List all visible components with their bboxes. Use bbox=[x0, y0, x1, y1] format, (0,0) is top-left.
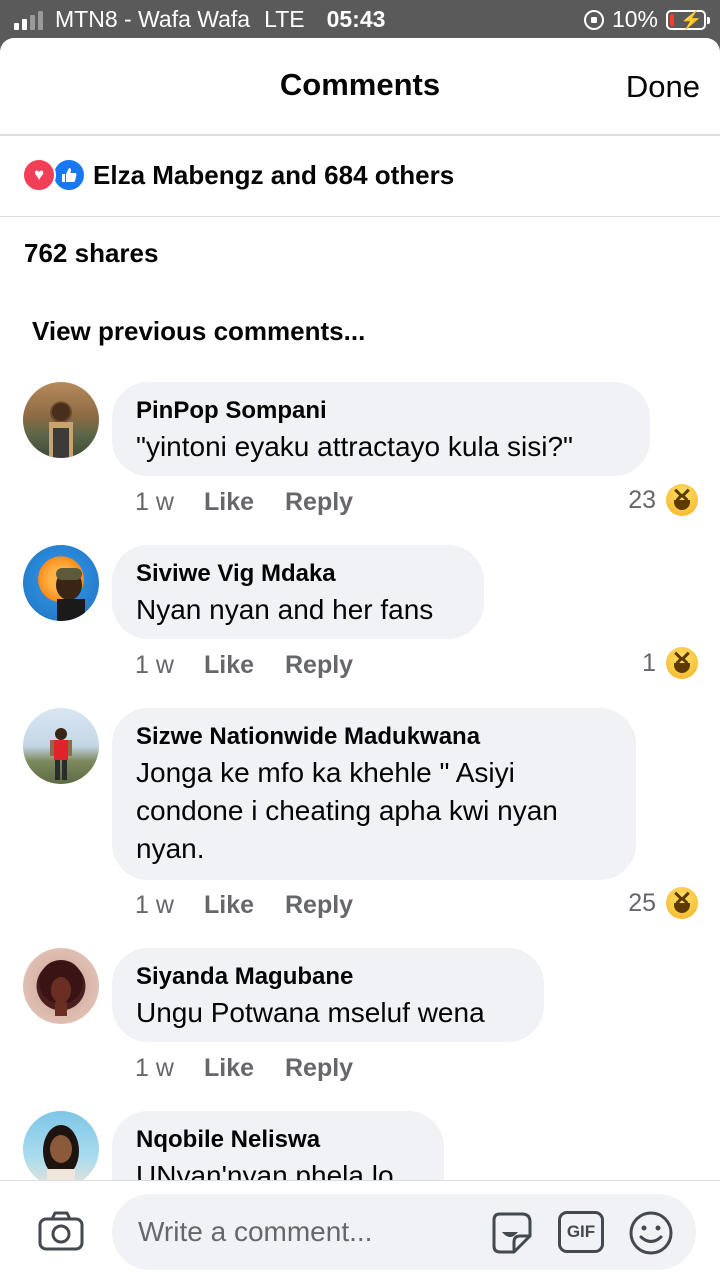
reply-button[interactable]: Reply bbox=[285, 651, 353, 680]
heart-icon: ♥ bbox=[22, 158, 56, 192]
gif-label: GIF bbox=[566, 1222, 596, 1241]
like-icon bbox=[52, 158, 86, 192]
comment-bubble: Siyanda Magubane Ungu Potwana mseluf wen… bbox=[112, 948, 544, 1042]
status-bar: MTN8 - Wafa Wafa LTE 05:43 10% ⚡ bbox=[0, 0, 720, 38]
gif-button[interactable]: GIF bbox=[558, 1211, 604, 1253]
haha-icon bbox=[666, 887, 698, 919]
comment-text: Jonga ke mfo ka khehle " Asiyi condone i… bbox=[136, 757, 558, 864]
comment-author[interactable]: PinPop Sompani bbox=[136, 396, 626, 426]
like-button[interactable]: Like bbox=[204, 651, 285, 680]
clock: 05:43 bbox=[326, 6, 386, 32]
emoji-icon[interactable] bbox=[628, 1210, 674, 1256]
comment-author[interactable]: Nqobile Neliswa bbox=[136, 1125, 420, 1155]
comment-composer: GIF bbox=[0, 1180, 720, 1280]
haha-icon bbox=[666, 484, 698, 516]
sticker-icon[interactable] bbox=[488, 1210, 534, 1256]
like-button[interactable]: Like bbox=[204, 488, 285, 517]
reaction-count: 1 bbox=[642, 648, 656, 677]
avatar[interactable] bbox=[23, 545, 99, 621]
done-button[interactable]: Done bbox=[626, 69, 700, 105]
battery-icon: ⚡ bbox=[666, 9, 710, 30]
comment-time: 1 w bbox=[135, 1054, 174, 1082]
comment-bubble: PinPop Sompani "yintoni eyaku attractayo… bbox=[112, 382, 650, 476]
reaction-count: 23 bbox=[628, 485, 656, 514]
reaction-count: 25 bbox=[628, 888, 656, 917]
reply-button[interactable]: Reply bbox=[285, 891, 353, 920]
comment-time: 1 w bbox=[135, 488, 174, 516]
avatar[interactable] bbox=[23, 708, 99, 784]
rotation-lock-icon bbox=[583, 9, 604, 30]
like-button[interactable]: Like bbox=[204, 1054, 285, 1083]
sheet-header: Comments Done bbox=[0, 38, 720, 136]
comment-input-wrapper[interactable]: GIF bbox=[112, 1194, 696, 1270]
page-title: Comments bbox=[279, 67, 441, 102]
reply-button[interactable]: Reply bbox=[285, 1054, 353, 1083]
reply-button[interactable]: Reply bbox=[285, 488, 353, 517]
avatar[interactable] bbox=[23, 382, 99, 458]
comments-sheet: Comments Done ♥ Elza Mabengz and 684 oth… bbox=[0, 38, 720, 1280]
comment-reactions[interactable]: 1 bbox=[642, 647, 698, 679]
comment-reactions[interactable]: 23 bbox=[628, 484, 698, 516]
avatar[interactable] bbox=[23, 948, 99, 1024]
view-previous-comments-link[interactable]: View previous comments... bbox=[32, 316, 365, 347]
comment-actions: 1 w Like Reply bbox=[135, 1054, 353, 1083]
avatar[interactable] bbox=[23, 1111, 99, 1187]
comment-actions: 1 w Like Reply bbox=[135, 488, 353, 517]
reactions-summary[interactable]: ♥ Elza Mabengz and 684 others bbox=[0, 136, 720, 217]
battery-percent: 10% bbox=[611, 6, 658, 32]
comment-time: 1 w bbox=[135, 891, 174, 919]
comment-actions: 1 w Like Reply bbox=[135, 891, 353, 920]
comment-time: 1 w bbox=[135, 651, 174, 679]
comment-text: "yintoni eyaku attractayo kula sisi?" bbox=[136, 431, 573, 462]
comment-input[interactable] bbox=[136, 1208, 480, 1256]
reactions-text: Elza Mabengz and 684 others bbox=[93, 160, 455, 190]
network-type: LTE bbox=[264, 6, 305, 32]
comment-text: Ungu Potwana mseluf wena bbox=[136, 997, 485, 1028]
like-button[interactable]: Like bbox=[204, 891, 285, 920]
camera-icon[interactable] bbox=[38, 1211, 84, 1251]
comment-actions: 1 w Like Reply bbox=[135, 651, 353, 680]
comment-bubble: Siviwe Vig Mdaka Nyan nyan and her fans bbox=[112, 545, 484, 639]
comment-reactions[interactable]: 25 bbox=[628, 887, 698, 919]
haha-icon bbox=[666, 647, 698, 679]
shares-count[interactable]: 762 shares bbox=[24, 238, 158, 269]
carrier-name: MTN8 - Wafa Wafa bbox=[55, 6, 251, 32]
signal-icon bbox=[14, 10, 43, 30]
comment-text: Nyan nyan and her fans bbox=[136, 594, 434, 625]
comment-bubble: Sizwe Nationwide Madukwana Jonga ke mfo … bbox=[112, 708, 636, 880]
comment-author[interactable]: Siviwe Vig Mdaka bbox=[136, 559, 460, 589]
comment-author[interactable]: Sizwe Nationwide Madukwana bbox=[136, 722, 612, 752]
comment-author[interactable]: Siyanda Magubane bbox=[136, 962, 520, 992]
